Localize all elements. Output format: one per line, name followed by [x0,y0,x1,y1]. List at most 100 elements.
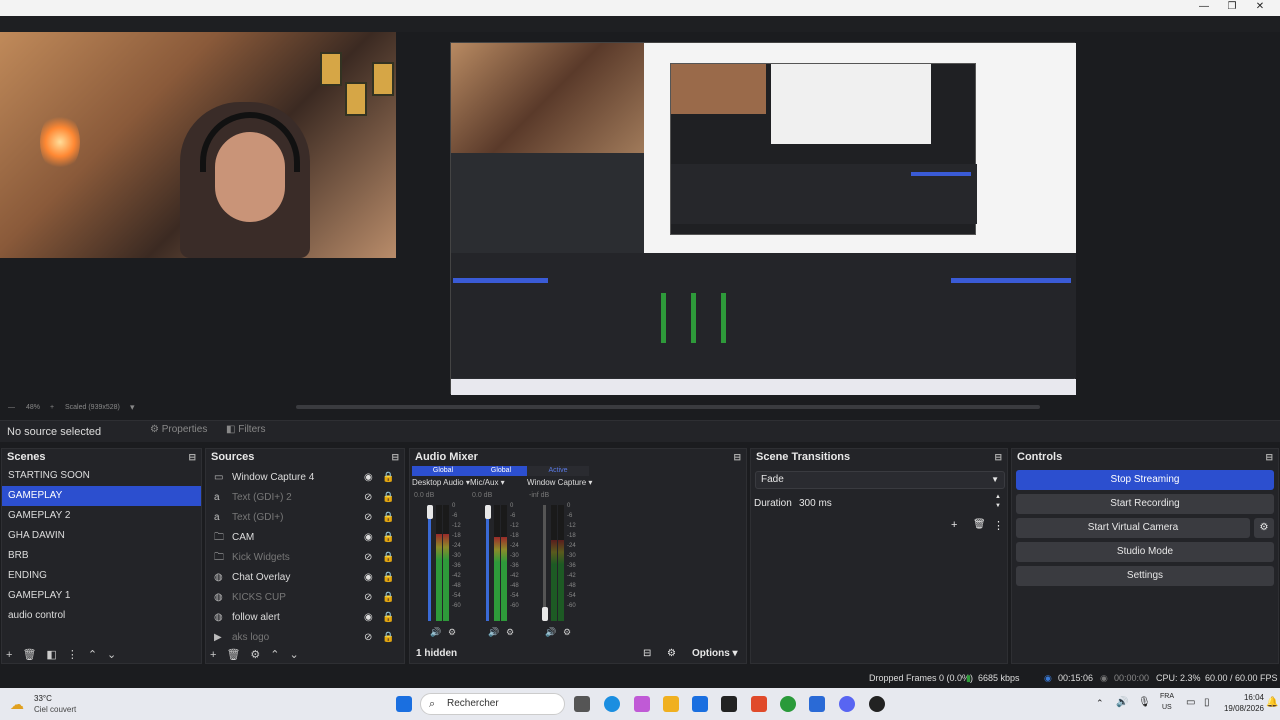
lock-icon[interactable]: 🔒 [382,548,394,568]
eye-icon[interactable]: ◉ [364,608,373,628]
stepper-icon[interactable]: ▲ ▼ [995,493,1001,511]
weather-temp[interactable]: 33°C [34,694,52,703]
studio-mode-button[interactable]: Studio Mode [1016,542,1274,562]
lock-icon[interactable]: 🔒 [382,588,394,608]
trash-icon[interactable]: 🗑 [973,519,986,530]
source-item[interactable]: ◍ Chat Overlay ◉ 🔒 [206,568,404,588]
dock-popout-icon[interactable]: ⊟ [994,452,1002,463]
lock-icon[interactable]: 🔒 [382,608,394,628]
channel-name[interactable]: Window Capture ▾ [527,478,592,487]
mixer-settings-icon[interactable]: ⚙ [667,648,676,659]
start-virtual-camera-button[interactable]: Start Virtual Camera [1016,518,1250,538]
taskbar-search[interactable]: ⌕ Rechercher [420,693,565,715]
volume-fader[interactable] [543,505,546,621]
eye-icon[interactable]: ◉ [364,568,373,588]
weather-desc[interactable]: Ciel couvert [34,705,76,714]
hidden-count[interactable]: 1 hidden [416,648,457,659]
source-item[interactable]: ▭ Window Capture 4 ◉ 🔒 [206,468,404,488]
properties-button[interactable]: ⚙ Properties [150,424,207,440]
channel-settings-icon[interactable]: ⚙ [506,627,514,638]
channel-settings-icon[interactable]: ⚙ [448,627,456,638]
more-icon[interactable]: ⋮ [993,519,1004,532]
source-item[interactable]: a Text (GDI+) ⊘ 🔒 [206,508,404,528]
clock-date[interactable]: 19/08/2026 [1216,704,1264,713]
source-item[interactable]: ◍ follow alert ◉ 🔒 [206,608,404,628]
source-item[interactable]: ▶ aks logo ⊘ 🔒 [206,628,404,644]
more-icon[interactable]: ⋮ [67,648,78,661]
close-button[interactable]: ✕ [1246,0,1274,16]
filter-icon[interactable]: ◧ [46,648,56,661]
stream-canvas-preview[interactable] [450,42,1076,395]
settings-button[interactable]: Settings [1016,566,1274,586]
scene-item[interactable]: GHA DAWIN [2,526,201,546]
dock-popout-icon[interactable]: ⊟ [188,452,196,463]
filters-button[interactable]: ◧ Filters [226,424,265,440]
preview-area[interactable] [0,32,1280,400]
mute-icon[interactable]: 🔊 [430,627,441,638]
network-icon[interactable]: ▭ [1186,697,1195,708]
virtual-camera-settings-button[interactable]: ⚙ [1254,518,1274,538]
discord-icon[interactable] [839,696,855,712]
mixer-tab[interactable]: Global [470,466,532,476]
fader-knob[interactable] [485,505,491,519]
add-icon[interactable]: + [6,649,12,661]
dock-popout-icon[interactable]: ⊟ [1265,452,1273,463]
lock-icon[interactable]: 🔒 [382,468,394,488]
eye-icon[interactable]: ◉ [364,528,373,548]
chevron-down-icon[interactable]: ▾ [498,478,505,487]
channel-name[interactable]: Mic/Aux ▾ [470,478,505,487]
down-icon[interactable]: ⌄ [290,648,299,661]
lock-icon[interactable]: 🔒 [382,488,394,508]
fader-knob[interactable] [542,607,548,621]
volume-fader[interactable] [428,505,431,621]
channel-settings-icon[interactable]: ⚙ [563,627,571,638]
chrome-icon[interactable] [780,696,796,712]
preview-scrollbar[interactable] [296,405,1040,409]
start-recording-button[interactable]: Start Recording [1016,494,1274,514]
mixer-tab[interactable]: Global [412,466,474,476]
mute-icon[interactable]: 🔊 [545,627,556,638]
dock-popout-icon[interactable]: ⊟ [391,452,399,463]
scene-item[interactable]: GAMEPLAY 2 [2,506,201,526]
copilot-icon[interactable] [634,696,650,712]
lock-icon[interactable]: 🔒 [382,568,394,588]
brave-icon[interactable] [751,696,767,712]
lang-bottom[interactable]: US [1162,704,1172,711]
down-icon[interactable]: ⌄ [107,648,116,661]
obs-icon[interactable] [869,696,885,712]
gear-icon[interactable]: ⚙ [250,648,260,661]
eye-icon[interactable]: ◉ [364,468,373,488]
transition-select[interactable]: Fade ▼ [755,471,1005,489]
vscode-icon[interactable] [809,696,825,712]
trash-icon[interactable]: 🗑 [226,648,240,661]
channel-name[interactable]: Desktop Audio ▾ [412,478,470,487]
duration-field[interactable]: 300 ms ▲ ▼ [795,493,1005,513]
mic-icon[interactable]: 🎙 [1138,697,1151,708]
scene-item[interactable]: GAMEPLAY 1 [2,586,201,606]
add-icon[interactable]: + [210,649,216,661]
file-explorer-icon[interactable] [663,696,679,712]
eye-hidden-icon[interactable]: ⊘ [364,628,372,644]
app-icon[interactable] [721,696,737,712]
eye-hidden-icon[interactable]: ⊘ [364,488,372,508]
store-icon[interactable] [692,696,708,712]
mixer-tab[interactable]: Active [527,466,589,476]
mute-icon[interactable]: 🔊 [488,627,499,638]
add-transition-icon[interactable]: + [951,519,957,531]
minimize-button[interactable]: — [1190,0,1218,16]
eye-hidden-icon[interactable]: ⊘ [364,508,372,528]
battery-icon[interactable]: ▯ [1204,697,1210,708]
lock-icon[interactable]: 🔒 [382,528,394,548]
lock-icon[interactable]: 🔒 [382,508,394,528]
lang-top[interactable]: FRA [1160,693,1174,700]
clock-time[interactable]: 16:04 [1220,693,1264,702]
mixer-layout-icon[interactable]: ⊟ [643,648,651,659]
up-icon[interactable]: ⌃ [270,648,279,661]
chevron-down-icon[interactable]: ▾ [464,478,470,487]
source-item[interactable]: 🗀 Kick Widgets ⊘ 🔒 [206,548,404,568]
zoom-out-icon[interactable]: — [8,404,15,411]
source-item[interactable]: 🗀 CAM ◉ 🔒 [206,528,404,548]
eye-hidden-icon[interactable]: ⊘ [364,588,372,608]
chevron-down-icon[interactable]: ▾ [586,478,592,487]
mixer-options-button[interactable]: Options ▾ [692,648,738,659]
